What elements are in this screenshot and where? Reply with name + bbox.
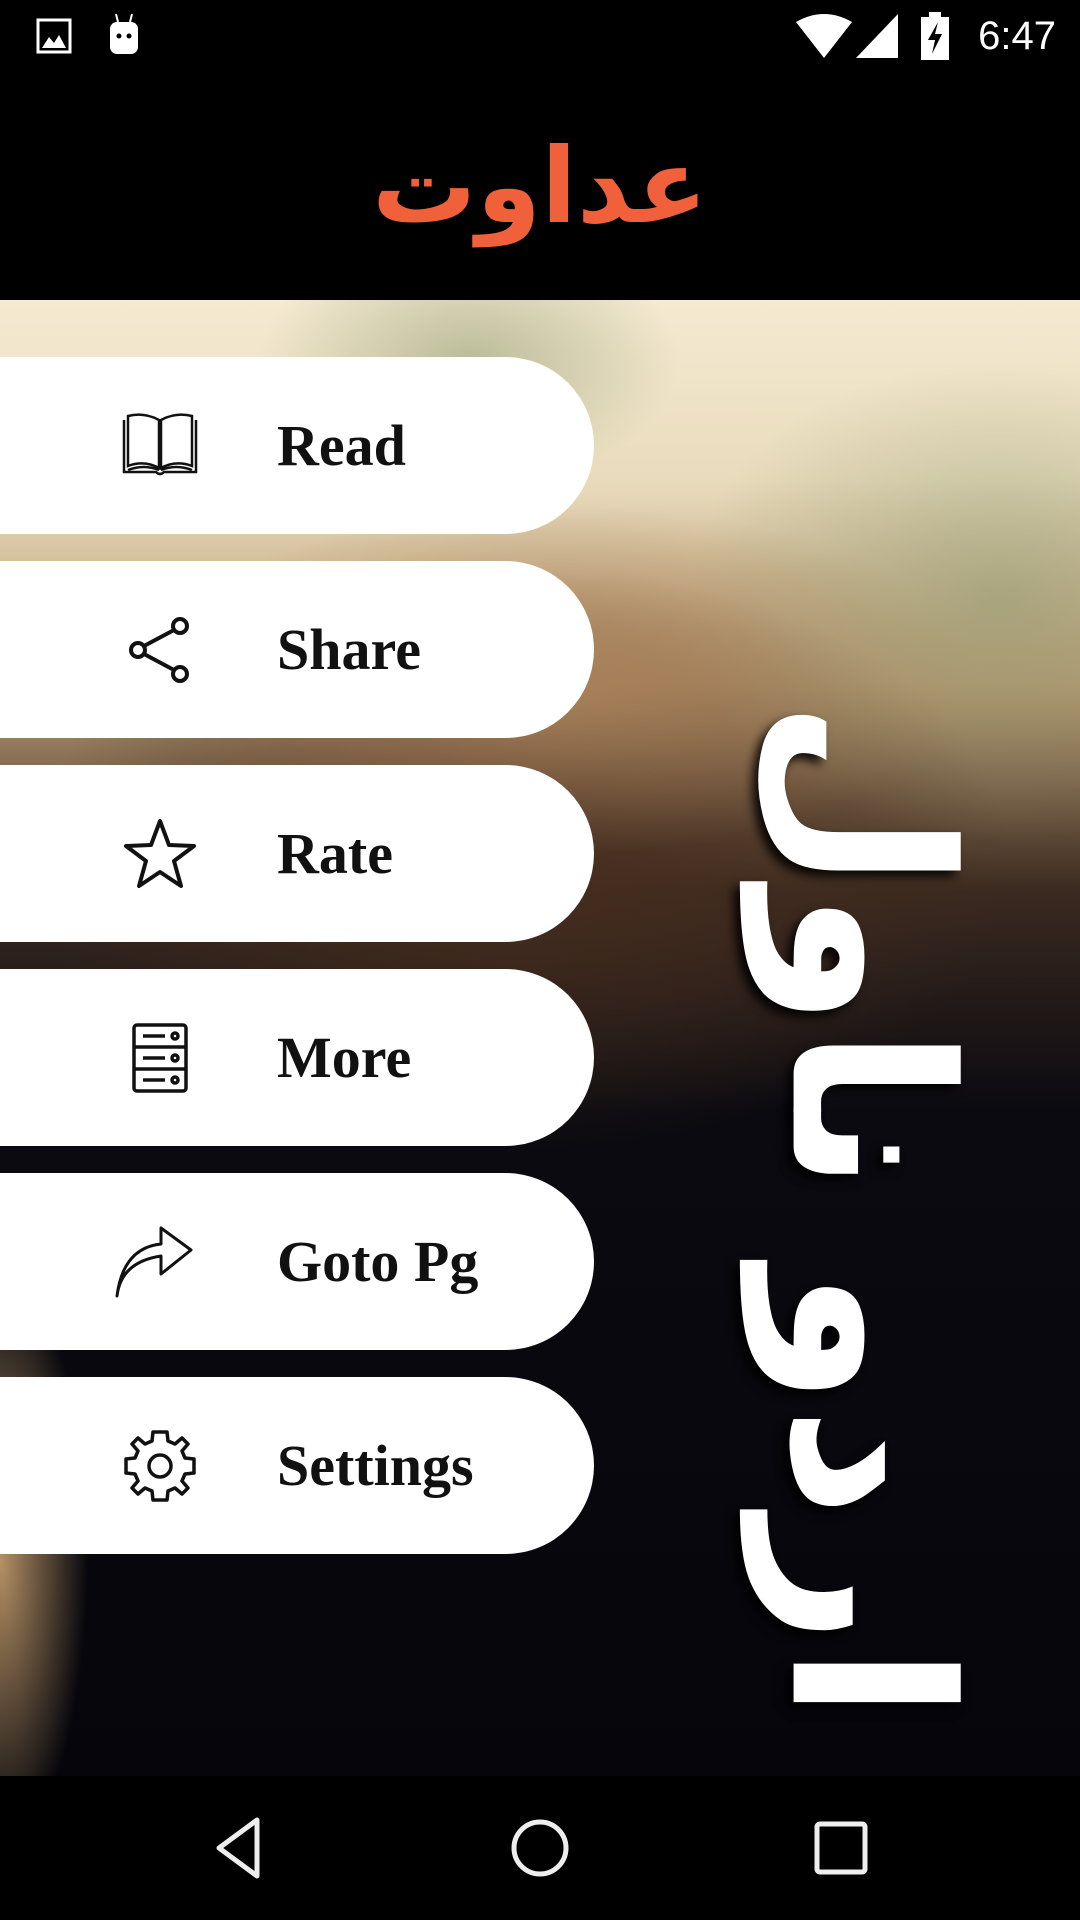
home-icon (511, 1819, 569, 1877)
share-icon (110, 600, 210, 700)
app-title: عداوت (372, 125, 708, 247)
wifi-icon (796, 14, 852, 63)
server-stack-icon (110, 1008, 210, 1108)
back-button[interactable] (196, 1803, 286, 1893)
gear-icon (110, 1416, 210, 1516)
star-icon (110, 804, 210, 904)
app-bar: عداوت (0, 72, 1080, 300)
android-notification-icon (106, 12, 142, 61)
menu-item-read[interactable]: Read (0, 357, 594, 534)
battery-charging-icon (920, 12, 950, 65)
book-open-icon (110, 396, 210, 496)
recents-button[interactable] (796, 1803, 886, 1893)
menu-label: Read (277, 412, 406, 478)
menu-item-goto-page[interactable]: Goto Pg (0, 1173, 594, 1350)
watermark-text: اردو ناول (742, 699, 998, 1721)
menu-item-rate[interactable]: Rate (0, 765, 594, 942)
menu-item-more[interactable]: More (0, 969, 594, 1146)
recents-icon (814, 1821, 868, 1875)
cellular-signal-icon (856, 14, 898, 63)
menu-label: Settings (277, 1432, 474, 1498)
home-button[interactable] (495, 1803, 585, 1893)
menu-label: Rate (277, 820, 393, 886)
status-bar: 6:47 (0, 0, 1080, 72)
menu-label: Goto Pg (277, 1228, 479, 1294)
menu-item-settings[interactable]: Settings (0, 1377, 594, 1554)
menu-label: More (277, 1024, 412, 1090)
menu-label: Share (277, 616, 421, 682)
navigation-bar (0, 1776, 1080, 1920)
status-time: 6:47 (978, 14, 1056, 58)
back-icon (216, 1817, 260, 1879)
gallery-notification-icon (36, 18, 72, 59)
menu-item-share[interactable]: Share (0, 561, 594, 738)
forward-arrow-icon (110, 1212, 210, 1312)
watermark: اردو ناول (690, 640, 1050, 1776)
